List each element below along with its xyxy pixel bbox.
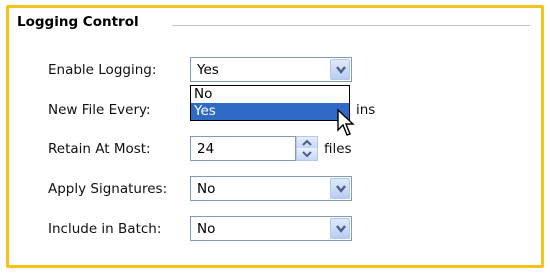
group-title: Logging Control xyxy=(17,14,139,30)
enable-logging-options-list[interactable]: No Yes xyxy=(190,85,350,121)
retain-at-most-input[interactable]: 24 xyxy=(190,136,296,161)
apply-signatures-dropdown-button[interactable] xyxy=(330,178,350,199)
spin-up-button[interactable] xyxy=(297,137,317,148)
chevron-down-icon xyxy=(336,225,346,233)
enable-logging-dropdown-button[interactable] xyxy=(330,59,350,80)
enable-logging-label: Enable Logging: xyxy=(48,62,157,78)
chevron-up-icon xyxy=(302,139,312,146)
include-in-batch-dropdown-button[interactable] xyxy=(330,218,350,239)
retain-at-most-value: 24 xyxy=(197,141,215,157)
group-divider xyxy=(172,25,530,26)
spin-down-button[interactable] xyxy=(297,149,317,160)
option-no[interactable]: No xyxy=(191,86,349,103)
retain-at-most-suffix: files xyxy=(324,141,352,157)
chevron-down-icon xyxy=(336,66,346,74)
apply-signatures-select[interactable]: No xyxy=(190,176,352,201)
new-file-every-suffix: ins xyxy=(356,102,376,118)
apply-signatures-label: Apply Signatures: xyxy=(48,181,168,197)
include-in-batch-label: Include in Batch: xyxy=(48,221,162,237)
new-file-every-label: New File Every: xyxy=(48,102,151,118)
enable-logging-value: Yes xyxy=(197,62,219,78)
option-yes[interactable]: Yes xyxy=(191,103,349,120)
include-in-batch-select[interactable]: No xyxy=(190,216,352,241)
include-in-batch-value: No xyxy=(197,221,216,237)
chevron-down-icon xyxy=(302,151,312,158)
mouse-cursor-icon xyxy=(337,108,355,136)
retain-spinner[interactable] xyxy=(296,136,318,161)
apply-signatures-value: No xyxy=(197,181,216,197)
enable-logging-select[interactable]: Yes xyxy=(190,57,352,82)
retain-at-most-label: Retain At Most: xyxy=(48,141,151,157)
chevron-down-icon xyxy=(336,185,346,193)
